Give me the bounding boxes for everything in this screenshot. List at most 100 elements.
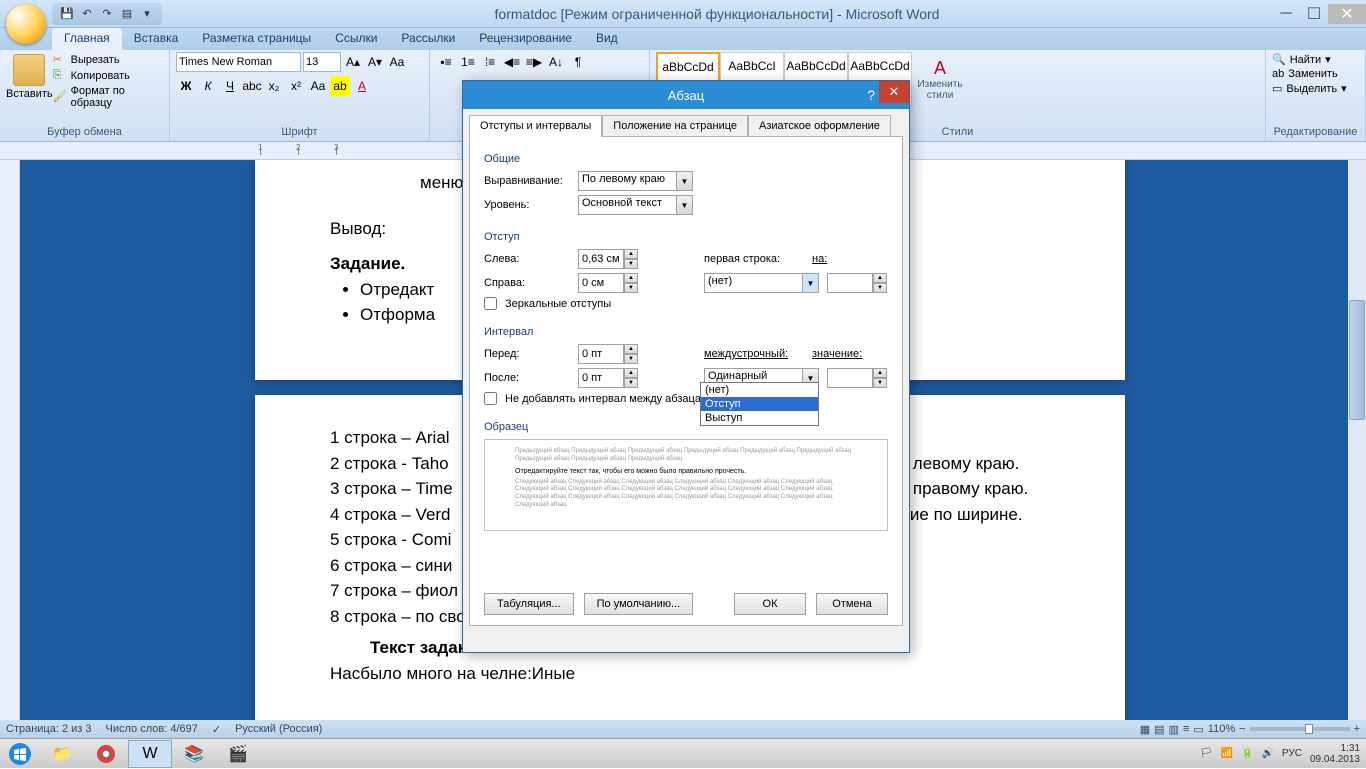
ok-button[interactable]: ОК [734, 593, 806, 615]
no-space-checkbox[interactable] [484, 392, 497, 405]
zoom-thumb[interactable] [1305, 724, 1313, 734]
dialog-close-button[interactable]: ✕ [879, 81, 909, 103]
zoom-out-button[interactable]: − [1239, 723, 1245, 735]
zoom-level[interactable]: 110% [1208, 723, 1235, 735]
italic-button[interactable]: К [198, 76, 218, 96]
tab-asian[interactable]: Азиатское оформление [748, 115, 891, 137]
close-button[interactable]: ✕ [1328, 4, 1366, 24]
tab-view[interactable]: Вид [584, 28, 630, 50]
status-language[interactable]: Русский (Россия) [235, 723, 322, 735]
tab-mailings[interactable]: Рассылки [389, 28, 467, 50]
tabs-button[interactable]: Табуляция... [484, 593, 574, 615]
indent-left-spinner[interactable]: ▲▼ [578, 249, 638, 269]
help-icon[interactable]: ? [867, 87, 875, 103]
indent-button[interactable]: ≡▶ [524, 52, 544, 72]
dialog-titlebar[interactable]: Абзац ? ✕ [463, 81, 909, 109]
sort-button[interactable]: A↓ [546, 52, 566, 72]
alignment-combo[interactable]: По левому краю▼ [578, 171, 693, 191]
cancel-button[interactable]: Отмена [816, 593, 888, 615]
change-case-button[interactable]: Aa [308, 76, 328, 96]
numbering-button[interactable]: 1≡ [458, 52, 478, 72]
tab-page-layout[interactable]: Разметка страницы [190, 28, 323, 50]
taskbar-app[interactable]: 🎬 [216, 740, 260, 768]
tray-language[interactable]: РУС [1282, 748, 1302, 759]
font-size-combo[interactable] [303, 52, 341, 72]
view-print-icon[interactable]: ▦ [1140, 723, 1150, 736]
multilevel-button[interactable]: ⁞≡ [480, 52, 500, 72]
taskbar-word[interactable]: W [128, 740, 172, 768]
find-button[interactable]: 🔍Найти ▾ [1272, 52, 1359, 67]
first-line-combo[interactable]: (нет)▼ [704, 273, 819, 293]
first-line-dropdown[interactable]: (нет) Отступ Выступ [700, 382, 819, 426]
tab-review[interactable]: Рецензирование [467, 28, 584, 50]
start-button[interactable] [0, 739, 40, 769]
tray-volume-icon[interactable]: 🔊 [1261, 748, 1273, 759]
view-draft-icon[interactable]: ▭ [1193, 723, 1203, 736]
change-styles-button[interactable]: A Изменить стили [912, 52, 968, 106]
tray-battery-icon[interactable]: 🔋 [1241, 748, 1253, 759]
status-page[interactable]: Страница: 2 из 3 [6, 723, 92, 735]
subscript-button[interactable]: x₂ [264, 76, 284, 96]
office-button[interactable] [6, 4, 46, 44]
cut-button[interactable]: ✂Вырезать [53, 52, 163, 68]
spell-check-icon[interactable]: ✓ [212, 723, 221, 736]
option-indent[interactable]: Отступ [701, 397, 818, 411]
underline-button[interactable]: Ч [220, 76, 240, 96]
tab-position[interactable]: Положение на странице [602, 115, 748, 137]
zoom-in-button[interactable]: + [1354, 723, 1360, 735]
option-none[interactable]: (нет) [701, 383, 818, 397]
tab-references[interactable]: Ссылки [323, 28, 389, 50]
superscript-button[interactable]: x² [286, 76, 306, 96]
font-color-button[interactable]: A [352, 76, 372, 96]
grow-font-button[interactable]: A▴ [343, 52, 363, 72]
after-spinner[interactable]: ▲▼ [578, 368, 638, 388]
window-title: formatdoc [Режим ограниченной функционал… [162, 6, 1272, 22]
clear-format-button[interactable]: Aa [387, 52, 407, 72]
indent-right-spinner[interactable]: ▲▼ [578, 273, 638, 293]
by-spinner[interactable]: ▲▼ [827, 273, 887, 293]
view-web-icon[interactable]: ▥ [1169, 723, 1179, 736]
outdent-button[interactable]: ◀≡ [502, 52, 522, 72]
view-full-icon[interactable]: ▤ [1154, 723, 1164, 736]
tab-insert[interactable]: Вставка [122, 28, 191, 50]
tray-network-icon[interactable]: 📶 [1221, 748, 1233, 759]
level-combo[interactable]: Основной текст▼ [578, 195, 693, 215]
bullets-button[interactable]: ▪≡ [436, 52, 456, 72]
tray-clock[interactable]: 1:31 09.04.2013 [1310, 743, 1360, 765]
taskbar-explorer[interactable]: 📁 [40, 740, 84, 768]
status-words[interactable]: Число слов: 4/697 [106, 723, 198, 735]
before-spinner[interactable]: ▲▼ [578, 344, 638, 364]
tray-flag-icon[interactable]: 🏳 [1200, 748, 1213, 759]
taskbar-chrome[interactable] [84, 740, 128, 768]
strike-button[interactable]: abc [242, 76, 262, 96]
option-hanging[interactable]: Выступ [701, 411, 818, 425]
redo-icon[interactable]: ↷ [98, 5, 116, 23]
replace-button[interactable]: abЗаменить [1272, 67, 1359, 81]
paste-button[interactable]: Вставить [6, 52, 53, 110]
copy-button[interactable]: ⎘Копировать [53, 68, 163, 84]
taskbar-winrar[interactable]: 📚 [172, 740, 216, 768]
format-painter-button[interactable]: 🖌Формат по образцу [53, 84, 163, 110]
at-spinner[interactable]: ▲▼ [827, 368, 887, 388]
shrink-font-button[interactable]: A▾ [365, 52, 385, 72]
minimize-button[interactable]: ─ [1272, 4, 1300, 24]
highlight-button[interactable]: ab [330, 76, 350, 96]
scrollbar-thumb[interactable] [1349, 300, 1365, 420]
tab-home[interactable]: Главная [52, 28, 122, 50]
show-marks-button[interactable]: ¶ [568, 52, 588, 72]
zoom-slider[interactable] [1250, 727, 1350, 731]
save-icon[interactable]: 💾 [58, 5, 76, 23]
bold-button[interactable]: Ж [176, 76, 196, 96]
qat-more-icon[interactable]: ▾ [138, 5, 156, 23]
print-icon[interactable]: ▤ [118, 5, 136, 23]
tab-indents[interactable]: Отступы и интервалы [469, 115, 602, 137]
view-outline-icon[interactable]: ≡ [1183, 723, 1189, 735]
mirror-indents-checkbox[interactable] [484, 297, 497, 310]
default-button[interactable]: По умолчанию... [584, 593, 694, 615]
select-button[interactable]: ▭Выделить ▾ [1272, 81, 1359, 96]
font-name-combo[interactable] [176, 52, 301, 72]
vertical-scrollbar[interactable] [1348, 160, 1366, 722]
maximize-button[interactable]: ☐ [1300, 4, 1328, 24]
undo-icon[interactable]: ↶ [78, 5, 96, 23]
vertical-ruler[interactable] [0, 160, 20, 722]
